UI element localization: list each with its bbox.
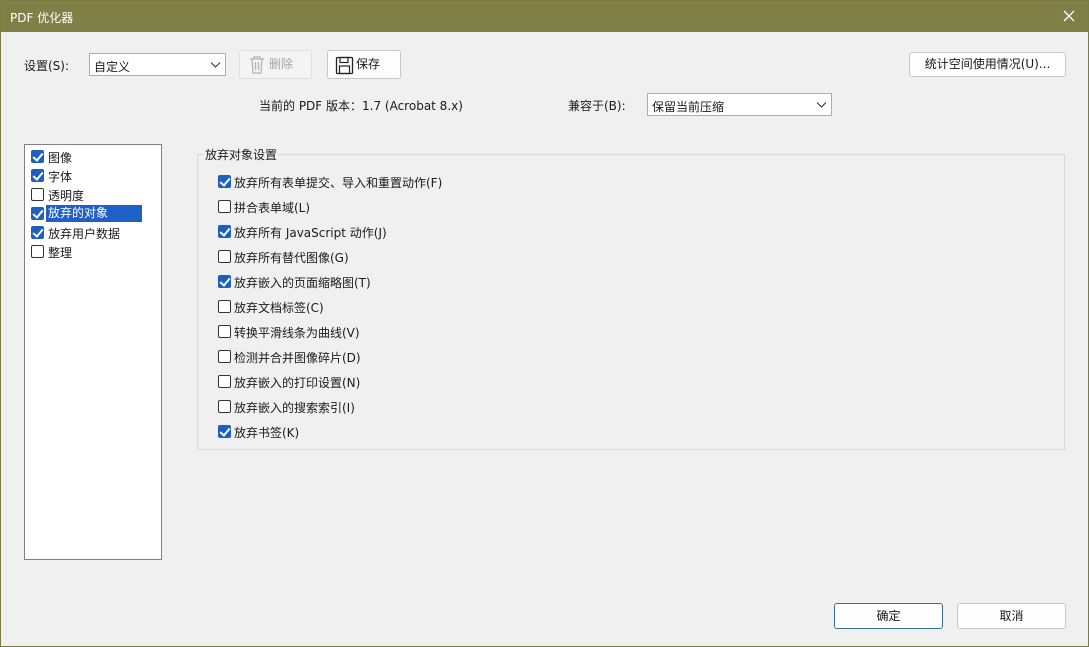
category-item-label: 放弃用户数据 [48, 227, 121, 241]
pdf-version-text: 当前的 PDF 版本：1.7 (Acrobat 8.x) [259, 99, 463, 113]
option-label: 放弃书签(K) [234, 426, 300, 440]
close-icon[interactable] [1058, 5, 1080, 27]
save-button-label: 保存 [356, 57, 381, 71]
option-checkbox[interactable] [218, 225, 231, 238]
option-checkbox[interactable] [218, 325, 231, 338]
settings-select-value: 自定义 [94, 60, 131, 74]
category-item-transparency[interactable]: 透明度 [26, 185, 161, 204]
audit-space-usage-label: 统计空间使用情况(U)... [924, 57, 1051, 71]
ok-button-label: 确定 [876, 609, 901, 623]
option-label: 放弃所有替代图像(G) [234, 251, 349, 265]
category-checkbox[interactable] [31, 207, 44, 220]
ok-button[interactable]: 确定 [834, 603, 943, 629]
category-item-discard-user-data[interactable]: 放弃用户数据 [26, 223, 161, 242]
cancel-button[interactable]: 取消 [957, 603, 1066, 629]
category-item-discard-objects[interactable]: 放弃的对象 [26, 204, 161, 223]
category-item-label: 放弃的对象 [46, 205, 142, 222]
category-checkbox[interactable] [31, 188, 44, 201]
option-checkbox[interactable] [218, 350, 231, 363]
delete-button[interactable]: 删除 [239, 50, 312, 79]
title-bar: PDF 优化器 [1, 1, 1088, 32]
option-label: 放弃嵌入的页面缩略图(T) [234, 276, 371, 290]
floppy-disk-icon [335, 56, 354, 75]
compatibility-select-value: 保留当前压缩 [652, 100, 725, 114]
option-checkbox[interactable] [218, 250, 231, 263]
settings-label: 设置(S): [24, 59, 70, 73]
pdf-optimizer-dialog: PDF 优化器 设置(S): 自定义 删除 保存 统计空间使用情况(U)... … [0, 0, 1089, 647]
group-title: 放弃对象设置 [204, 146, 279, 163]
option-label: 放弃文档标签(C) [234, 301, 324, 315]
chevron-down-icon [210, 62, 221, 68]
delete-button-label: 删除 [269, 57, 294, 71]
category-item-clean-up[interactable]: 整理 [26, 242, 161, 261]
option-checkbox[interactable] [218, 400, 231, 413]
option-checkbox[interactable] [218, 200, 231, 213]
category-checkbox[interactable] [31, 150, 44, 163]
category-item-label: 整理 [48, 246, 73, 260]
option-label: 拼合表单域(L) [234, 201, 311, 215]
option-checkbox[interactable] [218, 175, 231, 188]
trash-icon [250, 56, 264, 74]
category-checkbox[interactable] [31, 169, 44, 182]
option-label: 放弃所有 JavaScript 动作(J) [234, 226, 387, 240]
save-button[interactable]: 保存 [327, 50, 401, 79]
category-checkbox[interactable] [31, 226, 44, 239]
compatibility-label: 兼容于(B): [568, 99, 626, 113]
option-label: 放弃所有表单提交、导入和重置动作(F) [234, 176, 443, 190]
category-item-images[interactable]: 图像 [26, 147, 161, 166]
compatibility-select[interactable]: 保留当前压缩 [647, 93, 832, 116]
window-title: PDF 优化器 [10, 11, 74, 25]
category-item-label: 字体 [48, 170, 73, 184]
audit-space-usage-button[interactable]: 统计空间使用情况(U)... [909, 52, 1066, 77]
category-item-fonts[interactable]: 字体 [26, 166, 161, 185]
option-checkbox[interactable] [218, 375, 231, 388]
option-label: 检测并合并图像碎片(D) [234, 351, 361, 365]
cancel-button-label: 取消 [999, 609, 1024, 623]
option-checkbox[interactable] [218, 275, 231, 288]
category-list[interactable]: 图像 字体 透明度 放弃的对象 放弃用户数据 整理 [24, 144, 162, 560]
option-checkbox[interactable] [218, 425, 231, 438]
option-label: 转换平滑线条为曲线(V) [234, 326, 360, 340]
category-item-label: 透明度 [48, 189, 85, 203]
option-checkbox[interactable] [218, 300, 231, 313]
chevron-down-icon [816, 102, 827, 108]
option-label: 放弃嵌入的搜索索引(I) [234, 401, 355, 415]
category-item-label: 图像 [48, 151, 73, 165]
option-label: 放弃嵌入的打印设置(N) [234, 376, 361, 390]
settings-select[interactable]: 自定义 [89, 53, 226, 76]
category-checkbox[interactable] [31, 245, 44, 258]
